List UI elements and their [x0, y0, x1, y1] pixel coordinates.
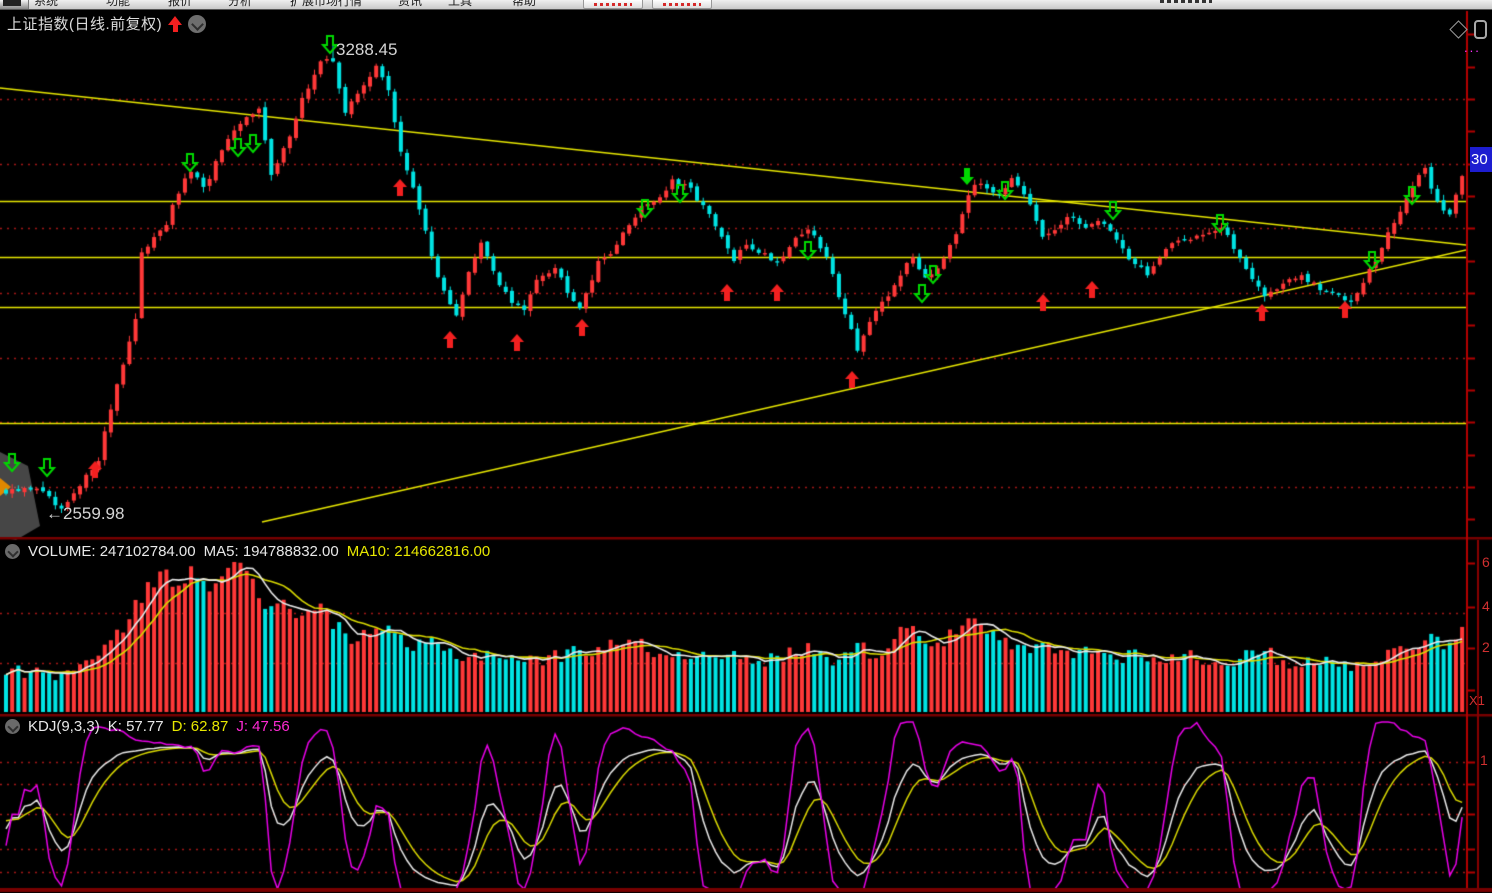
menu-item-analysis[interactable]: 分析 — [228, 0, 252, 9]
menu-item-system[interactable]: 系统 — [34, 0, 58, 9]
ma10-value: 214662816.00 — [394, 543, 490, 560]
volume-axis-tick: 6 — [1482, 554, 1490, 570]
toolbar-button-fragment[interactable] — [652, 0, 712, 9]
window-icon[interactable] — [1474, 20, 1487, 39]
chart-canvas[interactable] — [0, 0, 1492, 893]
chart-header: 上证指数(日线.前复权) — [7, 13, 206, 34]
j-value: 47.56 — [252, 718, 290, 735]
toolbar-button-fragment[interactable] — [583, 0, 643, 9]
panel-corner-icons — [1452, 20, 1487, 39]
volume-multiplier-label: X1 — [1469, 693, 1485, 708]
volume-header: VOLUME: 247102784.00 MA5: 194788832.00 M… — [5, 543, 490, 560]
menu-item-extended-market[interactable]: 扩展市场行情 — [290, 0, 362, 9]
trading-app-window: 系统 功能 报价 分析 扩展市场行情 资讯 工具 帮助 上证指数(日线.前复权)… — [0, 0, 1492, 893]
menu-item-quote[interactable]: 报价 — [168, 0, 192, 9]
current-price-badge: 30 — [1470, 147, 1492, 172]
volume-label: VOLUME: — [28, 543, 96, 560]
collapse-chevron-icon[interactable] — [188, 15, 206, 33]
k-value: 57.77 — [126, 718, 164, 735]
menu-right-text-fragment — [1160, 0, 1212, 3]
ma5-label: MA5: — [204, 543, 239, 560]
kdj-header: KDJ(9,3,3) K: 57.77 D: 62.87 J: 47.56 — [5, 718, 290, 735]
d-label: D: — [172, 718, 187, 735]
peak-price-label: 3288.45 — [336, 40, 397, 60]
menu-item-news[interactable]: 资讯 — [398, 0, 422, 9]
diamond-icon[interactable] — [1449, 20, 1467, 38]
trend-up-arrow-icon — [168, 16, 182, 32]
volume-value: 247102784.00 — [100, 543, 196, 560]
ma5-value: 194788832.00 — [243, 543, 339, 560]
ma10-label: MA10: — [347, 543, 390, 560]
volume-axis-tick: 4 — [1482, 598, 1490, 614]
trough-price-label: ←2559.98 — [46, 504, 124, 524]
volume-axis-tick: 2 — [1482, 639, 1490, 655]
menu-bar: 系统 功能 报价 分析 扩展市场行情 资讯 工具 帮助 — [0, 0, 1492, 10]
kdj-name: KDJ(9,3,3) — [28, 718, 100, 735]
app-logo-icon[interactable] — [0, 0, 29, 9]
menu-item-tools[interactable]: 工具 — [448, 0, 472, 9]
menu-item-function[interactable]: 功能 — [106, 0, 130, 9]
d-value: 62.87 — [191, 718, 229, 735]
kdj-axis-tick: 1 — [1480, 752, 1488, 768]
menu-item-help[interactable]: 帮助 — [512, 0, 536, 9]
more-dots-icon[interactable]: ... — [1464, 40, 1481, 55]
k-label: K: — [108, 718, 122, 735]
j-label: J: — [236, 718, 248, 735]
collapse-chevron-icon[interactable] — [5, 719, 20, 734]
collapse-chevron-icon[interactable] — [5, 544, 20, 559]
chart-title: 上证指数(日线.前复权) — [7, 13, 162, 34]
